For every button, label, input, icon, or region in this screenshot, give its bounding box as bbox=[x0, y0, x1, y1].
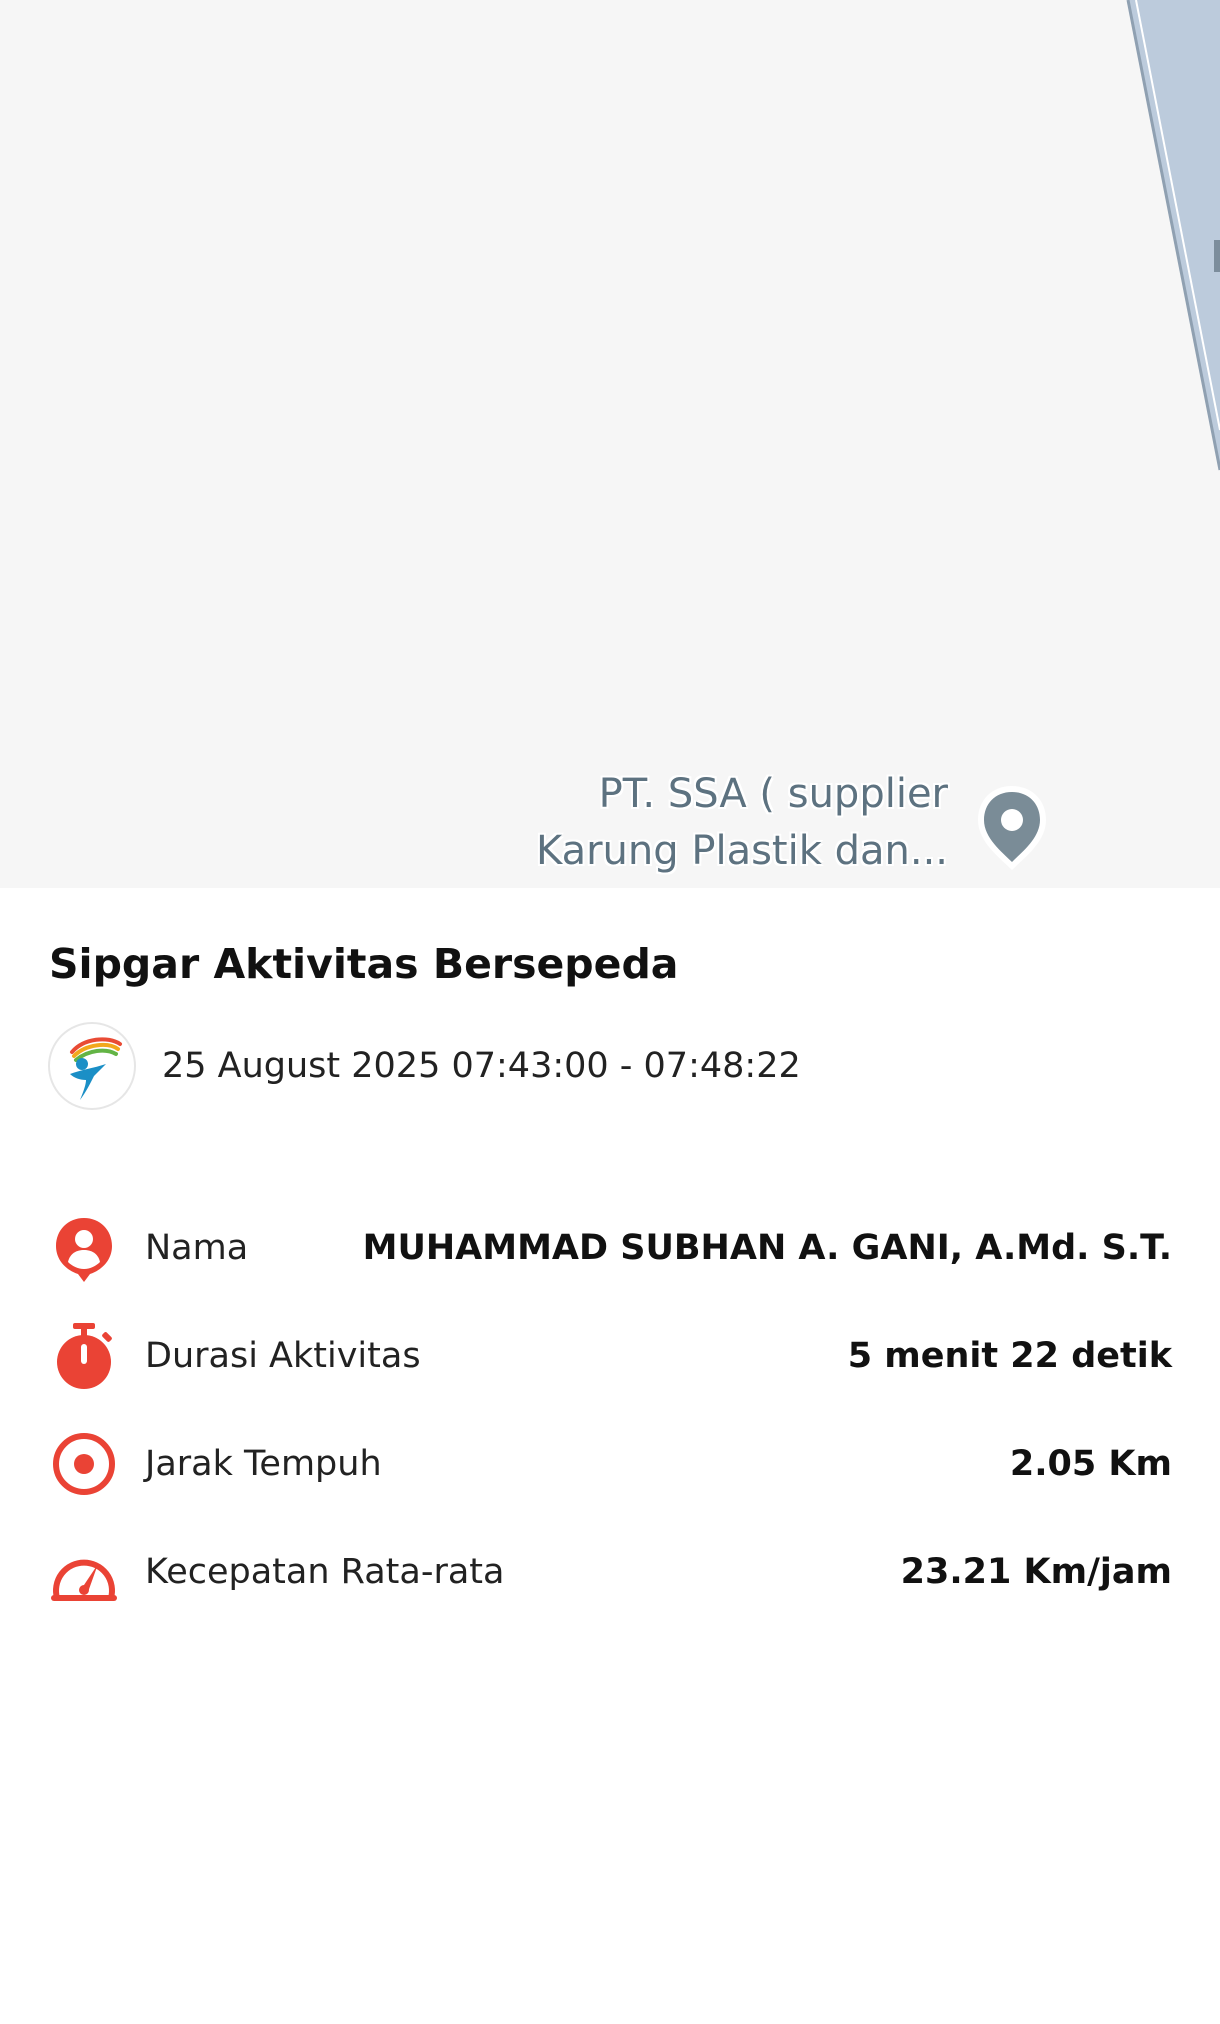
poi-label-line2: Karung Plastik dan... bbox=[536, 828, 948, 874]
location-pin-icon[interactable] bbox=[972, 780, 1052, 876]
activity-date-range: 25 August 2025 07:43:00 - 07:48:22 bbox=[162, 1046, 801, 1086]
stat-value-name: MUHAMMAD SUBHAN A. GANI, A.Md. S.T. bbox=[362, 1228, 1172, 1268]
poi-label: PT. SSA ( supplier Karung Plastik dan... bbox=[536, 766, 948, 880]
stat-label-name: Nama bbox=[145, 1228, 249, 1268]
stat-row-distance: Jarak Tempuh 2.05 Km bbox=[48, 1428, 1172, 1508]
activity-detail-sheet: Sipgar Aktivitas Bersepeda 25 August 202… bbox=[0, 888, 1220, 2024]
speedometer-icon bbox=[51, 1559, 117, 1601]
stat-value-duration: 5 menit 22 detik bbox=[847, 1336, 1172, 1376]
stat-label-distance: Jarak Tempuh bbox=[145, 1444, 382, 1484]
stat-value-speed: 23.21 Km/jam bbox=[900, 1552, 1172, 1592]
stat-label-speed: Kecepatan Rata-rata bbox=[145, 1552, 505, 1592]
stat-row-name: Nama MUHAMMAD SUBHAN A. GANI, A.Md. S.T. bbox=[48, 1212, 1172, 1292]
person-icon bbox=[56, 1218, 112, 1282]
stopwatch-icon bbox=[57, 1323, 112, 1389]
stat-label-duration: Durasi Aktivitas bbox=[145, 1336, 421, 1376]
river-shape bbox=[1126, 0, 1220, 471]
page-title: Sipgar Aktivitas Bersepeda bbox=[49, 940, 679, 988]
stat-row-speed: Kecepatan Rata-rata 23.21 Km/jam bbox=[48, 1536, 1172, 1616]
stat-value-distance: 2.05 Km bbox=[1009, 1444, 1172, 1484]
target-icon bbox=[53, 1433, 115, 1495]
map-view[interactable]: PT. SSA ( supplier Karung Plastik dan... bbox=[0, 0, 1220, 888]
poi-label-line1: PT. SSA ( supplier bbox=[598, 771, 948, 817]
poi-marker[interactable]: PT. SSA ( supplier Karung Plastik dan... bbox=[536, 766, 1080, 886]
app-logo-icon bbox=[48, 1022, 136, 1110]
stat-row-duration: Durasi Aktivitas 5 menit 22 detik bbox=[48, 1320, 1172, 1400]
